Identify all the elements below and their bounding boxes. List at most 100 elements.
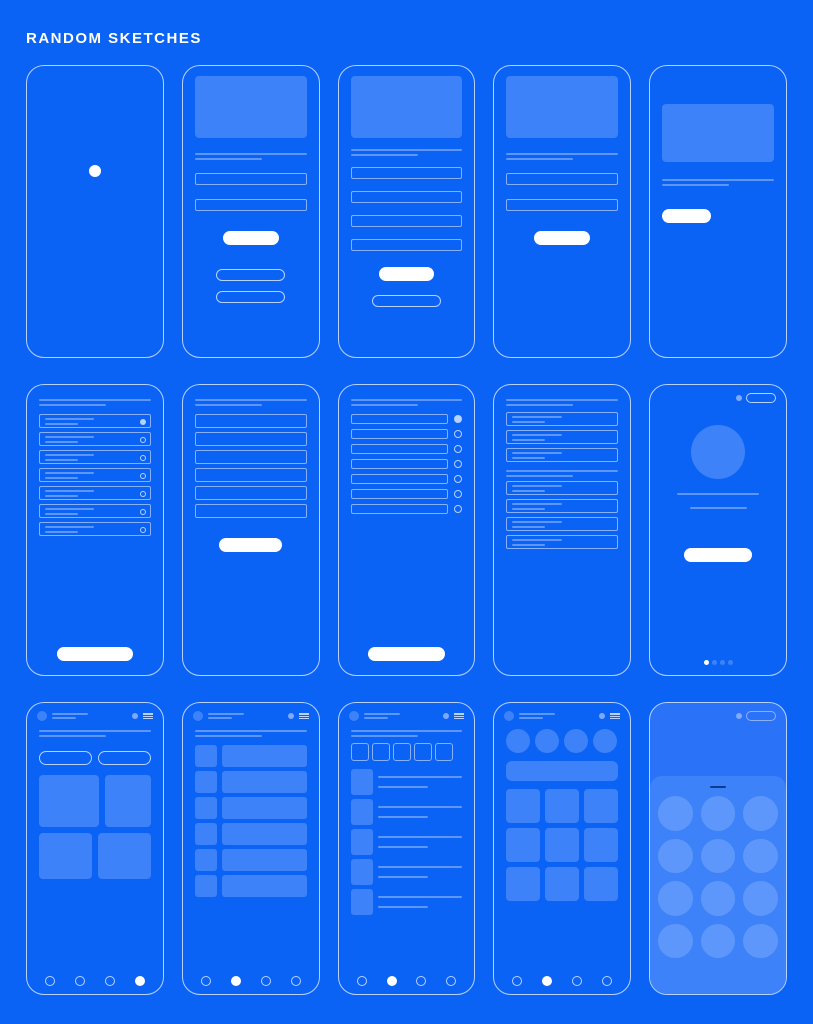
tab-icon[interactable] bbox=[261, 976, 271, 986]
menu-icon[interactable] bbox=[454, 712, 464, 720]
menu-icon[interactable] bbox=[610, 712, 620, 720]
tab-icon[interactable] bbox=[446, 976, 456, 986]
notification-dot-icon[interactable] bbox=[132, 713, 138, 719]
story-avatar[interactable] bbox=[593, 729, 617, 753]
grid-card[interactable] bbox=[545, 867, 579, 901]
list-row[interactable] bbox=[506, 481, 618, 495]
tab-icon[interactable] bbox=[291, 976, 301, 986]
list-item[interactable] bbox=[222, 823, 307, 845]
input-field[interactable] bbox=[195, 504, 307, 518]
menu-icon[interactable] bbox=[299, 712, 309, 720]
content-card[interactable] bbox=[105, 775, 151, 827]
list-item[interactable] bbox=[222, 849, 307, 871]
input-field[interactable] bbox=[351, 215, 463, 227]
primary-button[interactable] bbox=[57, 647, 133, 661]
primary-button[interactable] bbox=[368, 647, 444, 661]
category-chip[interactable] bbox=[393, 743, 411, 761]
filter-chip[interactable] bbox=[39, 751, 92, 765]
settings-pill[interactable] bbox=[746, 393, 776, 403]
grid-card[interactable] bbox=[584, 828, 618, 862]
secondary-button[interactable] bbox=[216, 291, 285, 303]
content-card[interactable] bbox=[39, 775, 99, 827]
input-field[interactable] bbox=[351, 239, 463, 251]
input-field[interactable] bbox=[195, 468, 307, 482]
input-field[interactable] bbox=[195, 450, 307, 464]
notification-dot-icon[interactable] bbox=[443, 713, 449, 719]
input-field[interactable] bbox=[506, 199, 618, 211]
tab-icon-active[interactable] bbox=[231, 976, 241, 986]
sheet-item[interactable] bbox=[658, 839, 693, 874]
radio-row[interactable] bbox=[351, 444, 463, 454]
secondary-button[interactable] bbox=[216, 269, 285, 281]
notification-dot-icon[interactable] bbox=[599, 713, 605, 719]
radio-row[interactable] bbox=[351, 474, 463, 484]
sheet-item[interactable] bbox=[743, 881, 778, 916]
category-chip[interactable] bbox=[351, 743, 369, 761]
tab-icon-active[interactable] bbox=[135, 976, 145, 986]
tab-icon[interactable] bbox=[512, 976, 522, 986]
primary-button[interactable] bbox=[219, 538, 282, 552]
list-row[interactable] bbox=[506, 412, 618, 426]
notification-dot-icon[interactable] bbox=[736, 395, 742, 401]
banner-card[interactable] bbox=[506, 761, 618, 781]
list-row[interactable] bbox=[506, 448, 618, 462]
avatar-icon[interactable] bbox=[37, 711, 47, 721]
primary-button[interactable] bbox=[662, 209, 711, 223]
tab-icon-active[interactable] bbox=[387, 976, 397, 986]
drag-handle-icon[interactable] bbox=[710, 786, 726, 788]
list-item[interactable] bbox=[222, 745, 307, 767]
radio-row[interactable] bbox=[351, 489, 463, 499]
list-row[interactable] bbox=[506, 517, 618, 531]
list-row[interactable] bbox=[39, 522, 151, 536]
notification-dot-icon[interactable] bbox=[288, 713, 294, 719]
input-field[interactable] bbox=[195, 432, 307, 446]
avatar-icon[interactable] bbox=[349, 711, 359, 721]
settings-pill[interactable] bbox=[746, 711, 776, 721]
list-item[interactable] bbox=[222, 797, 307, 819]
list-item[interactable] bbox=[222, 771, 307, 793]
sheet-item[interactable] bbox=[701, 839, 736, 874]
secondary-button[interactable] bbox=[372, 295, 441, 307]
grid-card[interactable] bbox=[506, 828, 540, 862]
sheet-item[interactable] bbox=[701, 881, 736, 916]
input-field[interactable] bbox=[195, 414, 307, 428]
input-field[interactable] bbox=[195, 486, 307, 500]
content-card[interactable] bbox=[98, 833, 151, 879]
radio-row[interactable] bbox=[351, 459, 463, 469]
list-row[interactable] bbox=[506, 430, 618, 444]
grid-card[interactable] bbox=[584, 789, 618, 823]
list-row[interactable] bbox=[39, 450, 151, 464]
story-avatar[interactable] bbox=[564, 729, 588, 753]
primary-button[interactable] bbox=[534, 231, 590, 245]
list-row[interactable] bbox=[39, 468, 151, 482]
menu-icon[interactable] bbox=[143, 712, 153, 720]
radio-row[interactable] bbox=[351, 504, 463, 514]
grid-card[interactable] bbox=[584, 867, 618, 901]
list-item[interactable] bbox=[222, 875, 307, 897]
filter-chip[interactable] bbox=[98, 751, 151, 765]
tab-icon[interactable] bbox=[75, 976, 85, 986]
tab-icon[interactable] bbox=[201, 976, 211, 986]
list-row[interactable] bbox=[39, 504, 151, 518]
sheet-item[interactable] bbox=[743, 924, 778, 959]
list-row[interactable] bbox=[506, 499, 618, 513]
sheet-item[interactable] bbox=[658, 924, 693, 959]
radio-row[interactable] bbox=[351, 414, 463, 424]
grid-card[interactable] bbox=[506, 789, 540, 823]
input-field[interactable] bbox=[195, 199, 307, 211]
sheet-item[interactable] bbox=[743, 796, 778, 831]
tab-icon[interactable] bbox=[105, 976, 115, 986]
sheet-item[interactable] bbox=[658, 881, 693, 916]
input-field[interactable] bbox=[351, 167, 463, 179]
list-row[interactable] bbox=[39, 486, 151, 500]
story-avatar[interactable] bbox=[535, 729, 559, 753]
story-avatar[interactable] bbox=[506, 729, 530, 753]
input-field[interactable] bbox=[506, 173, 618, 185]
list-row[interactable] bbox=[506, 535, 618, 549]
category-chip[interactable] bbox=[414, 743, 432, 761]
radio-row[interactable] bbox=[351, 429, 463, 439]
tab-icon[interactable] bbox=[572, 976, 582, 986]
input-field[interactable] bbox=[195, 173, 307, 185]
primary-button[interactable] bbox=[223, 231, 279, 245]
primary-button[interactable] bbox=[379, 267, 435, 281]
